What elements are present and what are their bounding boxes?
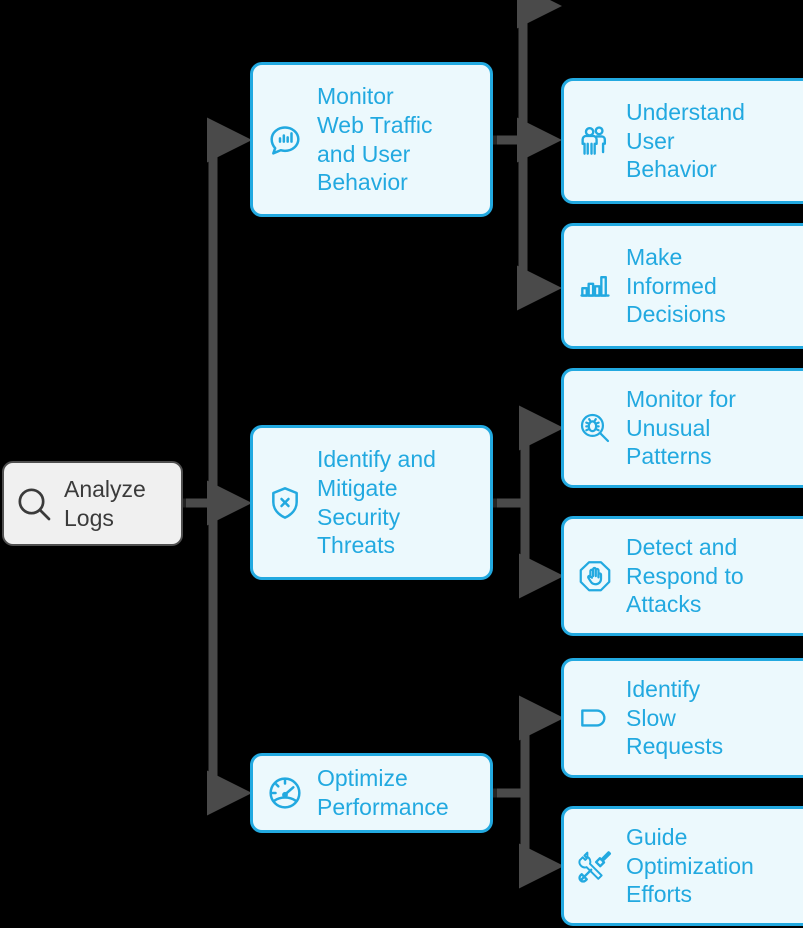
node-branch-2[interactable]: Identify and Mitigate Security Threats — [250, 425, 493, 580]
node-leaf-3-2-label: Guide Optimization Efforts — [626, 824, 754, 908]
bug-magnifier-icon — [576, 409, 614, 447]
stop-hand-icon — [576, 557, 614, 595]
magnifier-icon — [14, 484, 54, 524]
node-leaf-2-1[interactable]: Monitor for Unusual Patterns — [561, 368, 803, 488]
node-branch-1[interactable]: Monitor Web Traffic and User Behavior — [250, 62, 493, 217]
bar-chart-icon — [576, 267, 614, 305]
tag-shape-icon — [576, 699, 614, 737]
node-branch-2-label: Identify and Mitigate Security Threats — [317, 446, 436, 559]
node-leaf-2-2-label: Detect and Respond to Attacks — [626, 534, 744, 618]
node-branch-3[interactable]: Optimize Performance — [250, 753, 493, 833]
node-leaf-1-1-label: Understand User Behavior — [626, 99, 745, 183]
shield-x-icon — [265, 483, 305, 523]
node-leaf-3-2[interactable]: Guide Optimization Efforts — [561, 806, 803, 926]
chat-bar-chart-icon — [265, 120, 305, 160]
node-leaf-1-2[interactable]: Make Informed Decisions — [561, 223, 803, 349]
two-people-icon — [576, 122, 614, 160]
speedometer-icon — [265, 773, 305, 813]
node-leaf-2-1-label: Monitor for Unusual Patterns — [626, 386, 736, 470]
mindmap-canvas: Analyze Logs Monitor Web Traffic and Use… — [0, 0, 803, 928]
node-branch-3-label: Optimize Performance — [317, 765, 449, 820]
node-leaf-2-2[interactable]: Detect and Respond to Attacks — [561, 516, 803, 636]
tools-icon — [576, 847, 614, 885]
node-leaf-3-1[interactable]: Identify Slow Requests — [561, 658, 803, 778]
node-leaf-3-1-label: Identify Slow Requests — [626, 676, 724, 760]
node-branch-1-label: Monitor Web Traffic and User Behavior — [317, 83, 433, 196]
node-leaf-1-2-label: Make Informed Decisions — [626, 244, 726, 328]
node-root[interactable]: Analyze Logs — [2, 461, 183, 546]
node-root-label: Analyze Logs — [64, 475, 146, 531]
node-leaf-1-1[interactable]: Understand User Behavior — [561, 78, 803, 204]
